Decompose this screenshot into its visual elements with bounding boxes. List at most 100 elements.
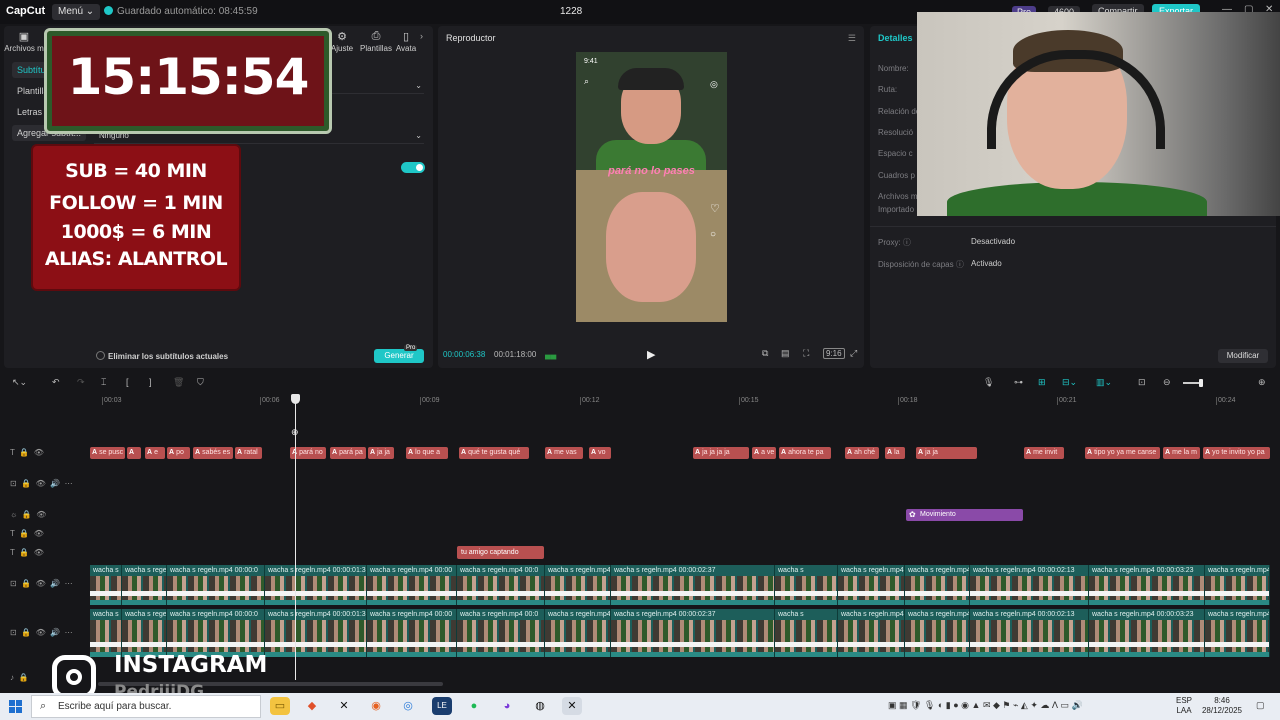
video-clip[interactable]: wacha s regeln.mp4 00:00:02:37 bbox=[611, 609, 775, 657]
language-indicator[interactable]: ESP LAA bbox=[1176, 696, 1192, 716]
eye-icon[interactable]: 👁 bbox=[36, 510, 46, 519]
video-clip[interactable]: wacha s regeln.mp4 bbox=[122, 609, 167, 657]
lock-icon[interactable]: 🔒 bbox=[21, 479, 31, 488]
more-icon[interactable]: ⋯ bbox=[65, 628, 73, 637]
video-clip[interactable]: wacha s regeln.mp4 bbox=[838, 565, 905, 605]
video-clip[interactable]: wacha s regeln.mp4 bbox=[545, 609, 611, 657]
messenger-icon[interactable]: ◕ bbox=[497, 697, 517, 715]
tabs-next-icon[interactable]: › bbox=[420, 31, 423, 41]
video-clip[interactable]: wacha s regeln.mp4 00:00:01:3 bbox=[265, 609, 367, 657]
playhead-handle[interactable] bbox=[291, 394, 300, 404]
lock-icon[interactable]: 🔒 bbox=[19, 548, 29, 557]
video-clip[interactable]: wacha s regeln.mp4 bbox=[90, 565, 122, 605]
lock-icon[interactable]: 🔒 bbox=[19, 529, 29, 538]
caption-clip[interactable]: Ayo te invito yo pa bbox=[1203, 447, 1270, 459]
caption-clip[interactable]: Alo que a bbox=[406, 447, 448, 459]
quality-icon[interactable]: ▤ bbox=[781, 348, 790, 359]
eye-icon[interactable]: 👁 bbox=[34, 448, 44, 457]
zoom-slider-handle[interactable] bbox=[1199, 379, 1203, 387]
menu-button[interactable]: Menú ⌄ bbox=[52, 4, 101, 20]
windows-start-icon[interactable] bbox=[9, 700, 22, 713]
shield-icon[interactable]: ⛉ bbox=[197, 377, 204, 388]
firefox-icon[interactable]: ◉ bbox=[366, 697, 386, 715]
checkbox-icon[interactable] bbox=[96, 351, 105, 360]
eye-icon[interactable]: 👁 bbox=[34, 548, 44, 557]
redo-icon[interactable]: ↷ bbox=[77, 377, 85, 388]
modify-button[interactable]: Modificar bbox=[1218, 349, 1268, 363]
video-clip[interactable]: wacha s regeln.mp4 00:00:01:3 bbox=[265, 565, 367, 605]
caption-clip[interactable]: Ae bbox=[145, 447, 165, 459]
trim-right-icon[interactable]: ] bbox=[149, 377, 152, 387]
video-clip[interactable]: wacha s bbox=[775, 565, 838, 605]
video-clip[interactable]: wacha s regeln.mp4 bbox=[122, 565, 167, 605]
file-explorer-icon[interactable]: ▭ bbox=[270, 697, 290, 715]
taskbar-clock[interactable]: 8:46 28/12/2025 bbox=[1201, 696, 1243, 716]
select-tool-icon[interactable]: ↖⌄ bbox=[12, 377, 27, 388]
league-icon[interactable]: LE bbox=[432, 697, 452, 715]
text-clip[interactable]: tu amigo captando bbox=[457, 546, 544, 559]
notifications-icon[interactable]: ▢ bbox=[1256, 700, 1265, 711]
trim-left-icon[interactable]: [ bbox=[126, 377, 129, 387]
preview-axis-icon[interactable]: ▥⌄ bbox=[1096, 377, 1112, 388]
video-clip[interactable]: wacha s regeln.mp4 00:0 bbox=[457, 609, 545, 657]
link-icon[interactable]: ⊶ bbox=[1014, 377, 1023, 388]
lock-icon[interactable]: 🔒 bbox=[21, 628, 31, 637]
playhead-line[interactable] bbox=[295, 398, 296, 680]
tray-icons[interactable]: ▣ ▦ 🛡 🎙 ◐ ▮ ● ◉ ▲ ✉ ◆ ⚑ ⌁ ◭ ✦ ☁ ᐱ ▭ 🔊 bbox=[888, 700, 1083, 711]
undo-icon[interactable]: ↶ bbox=[52, 377, 60, 388]
caption-clip[interactable]: Ame vas bbox=[545, 447, 583, 459]
video-clip[interactable]: wacha s regeln.mp4 bbox=[90, 609, 122, 657]
eye-icon[interactable]: 👁 bbox=[36, 479, 46, 488]
caption-clip[interactable]: Avo bbox=[589, 447, 611, 459]
spotify-icon[interactable]: ● bbox=[464, 697, 484, 715]
caption-clip[interactable]: Aah ché bbox=[845, 447, 879, 459]
video-clip[interactable]: wacha s regeln.mp4 bbox=[545, 565, 611, 605]
video-clip[interactable]: wacha s regeln.mp4 bbox=[838, 609, 905, 657]
effect-clip[interactable]: Movimiento bbox=[906, 509, 1023, 521]
caption-clip[interactable]: Ala bbox=[885, 447, 905, 459]
tab-avatar[interactable]: ▯ Avata bbox=[388, 30, 424, 53]
caption-clip[interactable]: Apo bbox=[167, 447, 190, 459]
audio-icon[interactable]: 🔊 bbox=[50, 579, 60, 588]
video-clip[interactable]: wacha s bbox=[775, 609, 838, 657]
eye-icon[interactable]: 👁 bbox=[36, 628, 46, 637]
audio-icon[interactable]: 🔊 bbox=[50, 479, 60, 488]
zoom-out-icon[interactable]: ⊖ bbox=[1163, 377, 1171, 388]
caption-clip[interactable]: Atipo yo ya me canse bbox=[1085, 447, 1160, 459]
video-clip[interactable]: wacha s regeln.mp4 00:00 bbox=[367, 609, 457, 657]
remove-subtitles-option[interactable]: Eliminar los subtítulos actuales bbox=[96, 351, 228, 361]
snapshot-icon[interactable]: ⧉ bbox=[762, 348, 768, 359]
chrome-icon[interactable]: ◎ bbox=[398, 697, 418, 715]
caption-clip[interactable]: A bbox=[127, 447, 141, 459]
caption-clip[interactable]: Aqué te gusta qué bbox=[459, 447, 529, 459]
menu-icon[interactable]: ☰ bbox=[848, 33, 856, 44]
fullscreen-icon[interactable]: ⤢ bbox=[850, 348, 857, 359]
video-clip[interactable]: wacha s regeln.mp4 00:00:02:13 bbox=[970, 609, 1089, 657]
zoom-in-icon[interactable]: ⊕ bbox=[1258, 377, 1266, 388]
capcut-active-icon[interactable]: ✕ bbox=[562, 697, 582, 715]
video-clip[interactable]: wacha s regeln.mp4 00:00 bbox=[367, 565, 457, 605]
video-clip[interactable]: wacha s regeln.mp4 bbox=[1205, 609, 1270, 657]
video-clip[interactable]: wacha s regeln.mp4 00:00:02:37 bbox=[611, 565, 775, 605]
video-clip[interactable]: wacha s regeln.mp4 00:00:03:23 bbox=[1089, 565, 1205, 605]
eye-icon[interactable]: 👁 bbox=[34, 529, 44, 538]
caption-clip[interactable]: Aratal bbox=[235, 447, 262, 459]
caption-clip[interactable]: Asabés es bbox=[193, 447, 233, 459]
more-icon[interactable]: ⋯ bbox=[65, 479, 73, 488]
video-preview[interactable]: 9:41 ⌕ ◎ pará no lo pases ♡ ○ bbox=[576, 52, 727, 322]
delete-icon[interactable]: 🗑 bbox=[173, 377, 184, 388]
caption-clip[interactable]: Apará pa bbox=[330, 447, 366, 459]
video-clip[interactable]: wacha s regeln.mp4 00:00:02:13 bbox=[970, 565, 1089, 605]
caption-clip[interactable]: Aja ja ja ja bbox=[693, 447, 749, 459]
crop-icon[interactable]: ⛶ bbox=[803, 348, 809, 359]
aspect-ratio-button[interactable]: 9:16 bbox=[823, 348, 845, 359]
generate-button[interactable]: Generar bbox=[374, 349, 424, 363]
eye-icon[interactable]: 👁 bbox=[36, 579, 46, 588]
caption-icon[interactable]: ⊡ bbox=[1138, 377, 1146, 388]
lock-icon[interactable]: 🔒 bbox=[18, 673, 28, 682]
caption-clip[interactable]: Ame la m bbox=[1163, 447, 1200, 459]
capcut-taskbar-icon[interactable]: ✕ bbox=[334, 697, 354, 715]
caption-clip[interactable]: Aja ja bbox=[368, 447, 394, 459]
taskbar-search[interactable]: ⌕ Escribe aquí para buscar. bbox=[31, 695, 261, 718]
obs-icon[interactable]: ◍ bbox=[530, 697, 550, 715]
